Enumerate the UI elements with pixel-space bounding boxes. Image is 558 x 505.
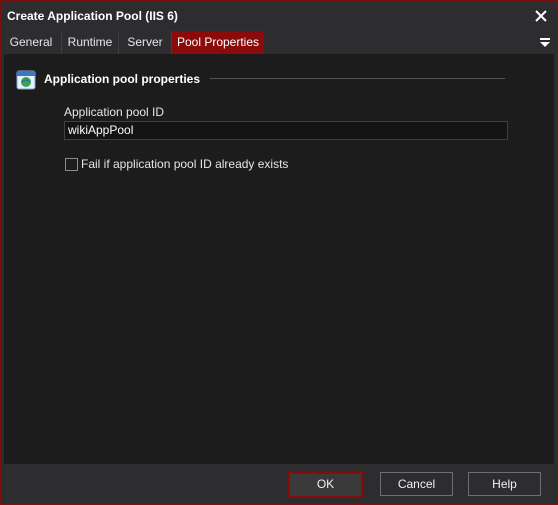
- tab-pool-properties[interactable]: Pool Properties: [172, 31, 264, 54]
- tab-menu-icon[interactable]: [539, 37, 551, 49]
- pool-id-label: Application pool ID: [64, 105, 165, 119]
- tab-runtime[interactable]: Runtime: [62, 31, 119, 54]
- help-button[interactable]: Help: [468, 472, 541, 496]
- close-icon[interactable]: [533, 8, 549, 24]
- fail-if-exists-label[interactable]: Fail if application pool ID already exis…: [81, 157, 288, 171]
- tab-server[interactable]: Server: [119, 31, 172, 54]
- button-bar: OK Cancel Help: [1, 464, 557, 504]
- ok-button[interactable]: OK: [288, 472, 363, 498]
- title-bar: Create Application Pool (IIS 6): [1, 1, 557, 31]
- iis-globe-icon: [16, 70, 36, 90]
- section-title: Application pool properties: [44, 72, 201, 86]
- fail-if-exists-checkbox[interactable]: [65, 158, 78, 171]
- section-divider: [210, 78, 505, 79]
- pool-id-input[interactable]: wikiAppPool: [64, 121, 508, 140]
- content-panel: Application pool properties Application …: [4, 54, 554, 464]
- tab-bar: General Runtime Server Pool Properties: [1, 31, 557, 54]
- cancel-button[interactable]: Cancel: [380, 472, 453, 496]
- window-title: Create Application Pool (IIS 6): [7, 9, 178, 23]
- tab-general[interactable]: General: [1, 31, 62, 54]
- dialog-window: Create Application Pool (IIS 6) General …: [0, 0, 558, 505]
